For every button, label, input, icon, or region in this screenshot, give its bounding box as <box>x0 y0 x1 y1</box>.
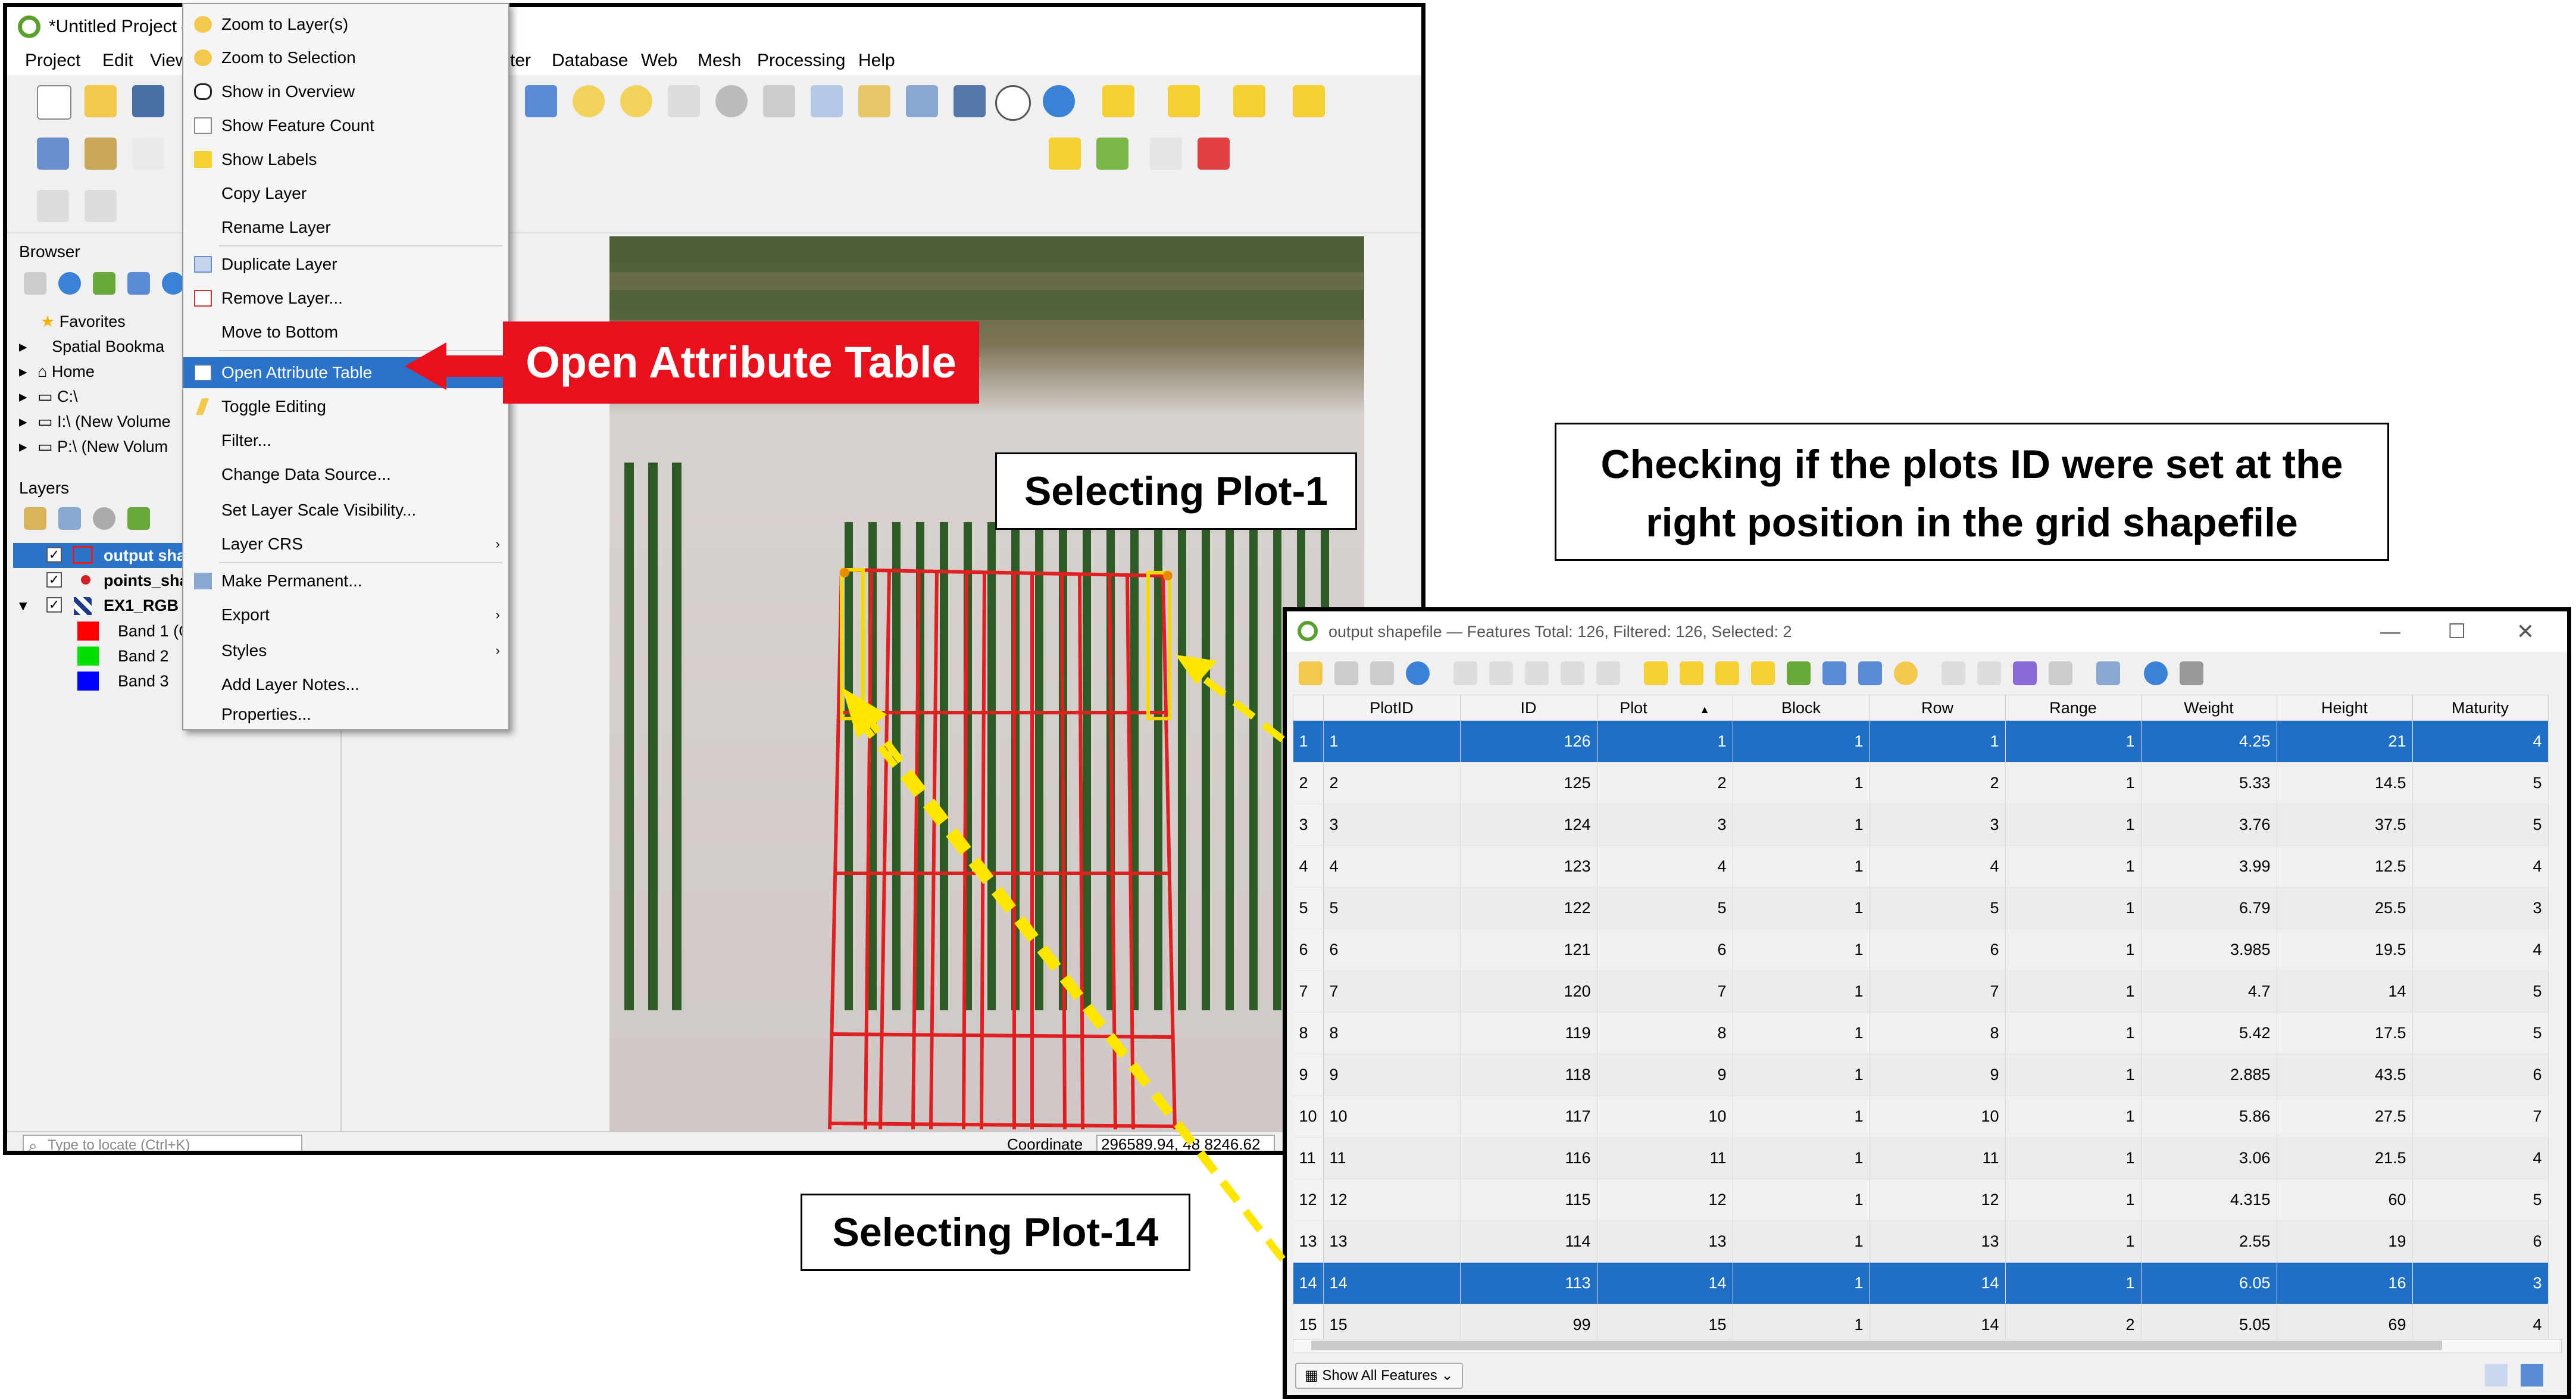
annotation-arrows <box>842 655 1286 1261</box>
